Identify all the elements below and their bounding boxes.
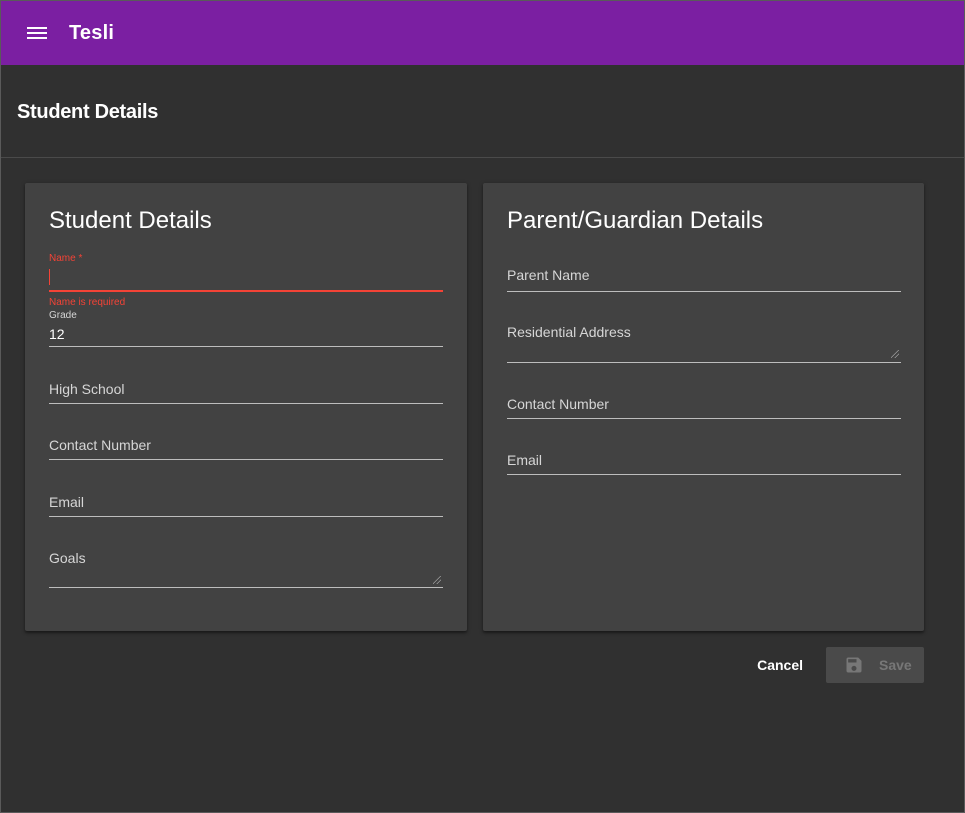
parent-name-underline bbox=[507, 291, 901, 292]
app-title: Tesli bbox=[69, 21, 115, 44]
grade-value: 12 bbox=[49, 326, 65, 342]
parent-email-field[interactable]: Email bbox=[507, 452, 901, 476]
student-email-underline bbox=[49, 516, 443, 517]
high-school-field[interactable]: High School bbox=[49, 381, 443, 405]
parent-email-label: Email bbox=[507, 452, 543, 468]
goals-underline bbox=[49, 587, 443, 588]
parent-name-field[interactable]: Parent Name bbox=[507, 267, 901, 293]
text-cursor bbox=[49, 269, 50, 285]
parent-contact-number-underline bbox=[507, 418, 901, 419]
student-contact-number-underline bbox=[49, 459, 443, 460]
parent-card-title: Parent/Guardian Details bbox=[507, 207, 764, 234]
save-button[interactable]: Save bbox=[826, 647, 924, 683]
goals-label: Goals bbox=[49, 550, 86, 566]
page-header: Student Details bbox=[1, 65, 964, 158]
resize-handle-icon[interactable] bbox=[891, 350, 899, 358]
cancel-button[interactable]: Cancel bbox=[737, 647, 823, 683]
grade-field[interactable]: Grade 12 bbox=[49, 310, 443, 348]
name-underline bbox=[49, 290, 443, 292]
parent-name-label: Parent Name bbox=[507, 267, 590, 283]
student-contact-number-field[interactable]: Contact Number bbox=[49, 437, 443, 461]
residential-address-field[interactable]: Residential Address bbox=[507, 324, 901, 364]
parent-details-card: Parent/Guardian Details Parent Name Resi… bbox=[483, 183, 924, 631]
student-card-title: Student Details bbox=[49, 207, 212, 234]
form-actions: Cancel Save bbox=[737, 647, 924, 683]
save-label: Save bbox=[879, 657, 912, 673]
save-icon bbox=[844, 655, 864, 675]
name-label: Name * bbox=[49, 253, 83, 264]
student-contact-number-label: Contact Number bbox=[49, 437, 151, 453]
parent-contact-number-field[interactable]: Contact Number bbox=[507, 396, 901, 420]
name-field[interactable]: Name * Name is required bbox=[49, 253, 443, 308]
resize-handle-icon[interactable] bbox=[433, 576, 441, 584]
residential-address-underline bbox=[507, 362, 901, 363]
grade-label: Grade bbox=[49, 310, 77, 321]
student-email-field[interactable]: Email bbox=[49, 494, 443, 518]
high-school-label: High School bbox=[49, 381, 125, 397]
app-bar: Tesli bbox=[1, 1, 964, 65]
grade-underline bbox=[49, 346, 443, 347]
menu-icon[interactable] bbox=[25, 21, 49, 45]
student-details-card: Student Details Name * Name is required … bbox=[25, 183, 467, 631]
name-error: Name is required bbox=[49, 297, 126, 308]
goals-field[interactable]: Goals bbox=[49, 550, 443, 590]
parent-contact-number-label: Contact Number bbox=[507, 396, 609, 412]
residential-address-label: Residential Address bbox=[507, 324, 631, 340]
parent-email-underline bbox=[507, 474, 901, 475]
page-title: Student Details bbox=[17, 101, 159, 123]
high-school-underline bbox=[49, 403, 443, 404]
student-email-label: Email bbox=[49, 494, 85, 510]
